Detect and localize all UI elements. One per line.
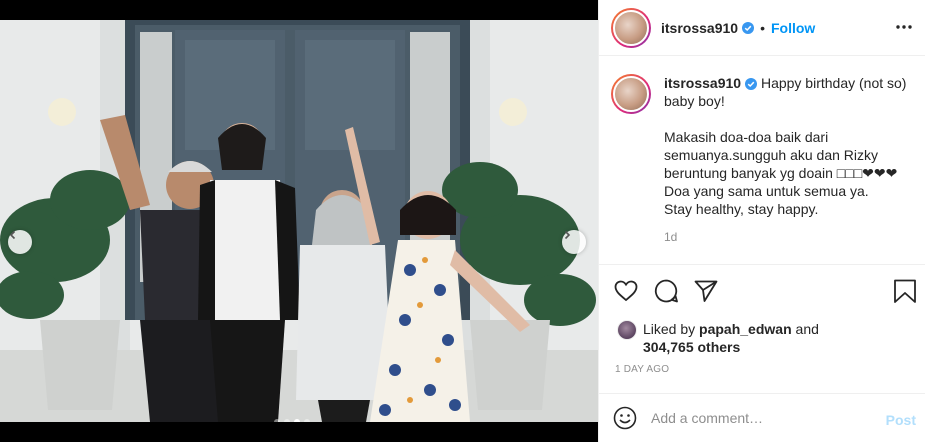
carousel-prev-button[interactable]	[8, 230, 32, 254]
likes-count[interactable]: 304,765 others	[643, 339, 740, 355]
likes-prefix: Liked by	[643, 321, 696, 337]
caption-age[interactable]: 1d	[664, 228, 916, 246]
liker-username[interactable]: papah_edwan	[699, 321, 792, 337]
caption-author-avatar[interactable]	[611, 74, 651, 114]
caption-text: itsrossa910 Happy birthday (not so) baby…	[664, 74, 916, 264]
carousel-dot-active	[294, 419, 300, 422]
author-avatar[interactable]	[611, 7, 651, 48]
post-photo[interactable]	[0, 20, 598, 422]
likes-summary: Liked by papah_edwan and 304,765 others	[617, 320, 819, 356]
carousel-dot	[304, 419, 310, 422]
comment-input[interactable]	[651, 410, 861, 426]
carousel-dot	[284, 419, 290, 422]
emoji-icon[interactable]	[613, 406, 637, 430]
liker-avatar[interactable]	[617, 320, 637, 340]
share-icon[interactable]	[693, 278, 719, 304]
carousel-dot	[274, 419, 280, 422]
post-side-panel: itsrossa910 • Follow itsrossa910 Happy b…	[598, 0, 925, 442]
author-username[interactable]: itsrossa910	[661, 20, 738, 36]
post-actions	[613, 278, 916, 306]
more-horizontal-icon[interactable]	[895, 18, 913, 36]
likes-joiner: and	[795, 321, 819, 337]
post-date[interactable]: 1 DAY AGO	[615, 364, 669, 375]
caption-username[interactable]: itsrossa910	[664, 75, 741, 91]
chevron-right-icon	[564, 230, 571, 240]
follow-button[interactable]: Follow	[771, 20, 815, 36]
caption-line: Makasih doa-doa baik dari	[664, 129, 829, 145]
verified-badge-icon	[745, 78, 758, 91]
carousel-indicator	[274, 419, 310, 422]
chevron-left-icon	[9, 230, 16, 240]
post-comment-button[interactable]: Post	[886, 412, 916, 428]
caption-line: Stay healthy, stay happy.	[664, 201, 819, 217]
header-separator: •	[760, 19, 765, 36]
bookmark-icon[interactable]	[893, 278, 917, 304]
post-media	[0, 0, 598, 442]
caption-line: Doa yang sama untuk semua ya.	[664, 183, 869, 199]
carousel-next-button[interactable]	[562, 230, 586, 254]
comment-bar: Post	[599, 394, 925, 442]
family-photo-illustration	[0, 20, 598, 422]
caption-line: beruntung banyak yg doain □□□❤❤❤	[664, 165, 898, 181]
heart-icon[interactable]	[613, 278, 639, 304]
verified-badge-icon	[742, 21, 755, 34]
post-caption: itsrossa910 Happy birthday (not so) baby…	[611, 74, 916, 264]
caption-line: semuanya.sungguh aku dan Rizky	[664, 147, 879, 163]
post-header: itsrossa910 • Follow	[599, 0, 925, 56]
comment-icon[interactable]	[653, 278, 679, 304]
divider	[599, 264, 925, 265]
